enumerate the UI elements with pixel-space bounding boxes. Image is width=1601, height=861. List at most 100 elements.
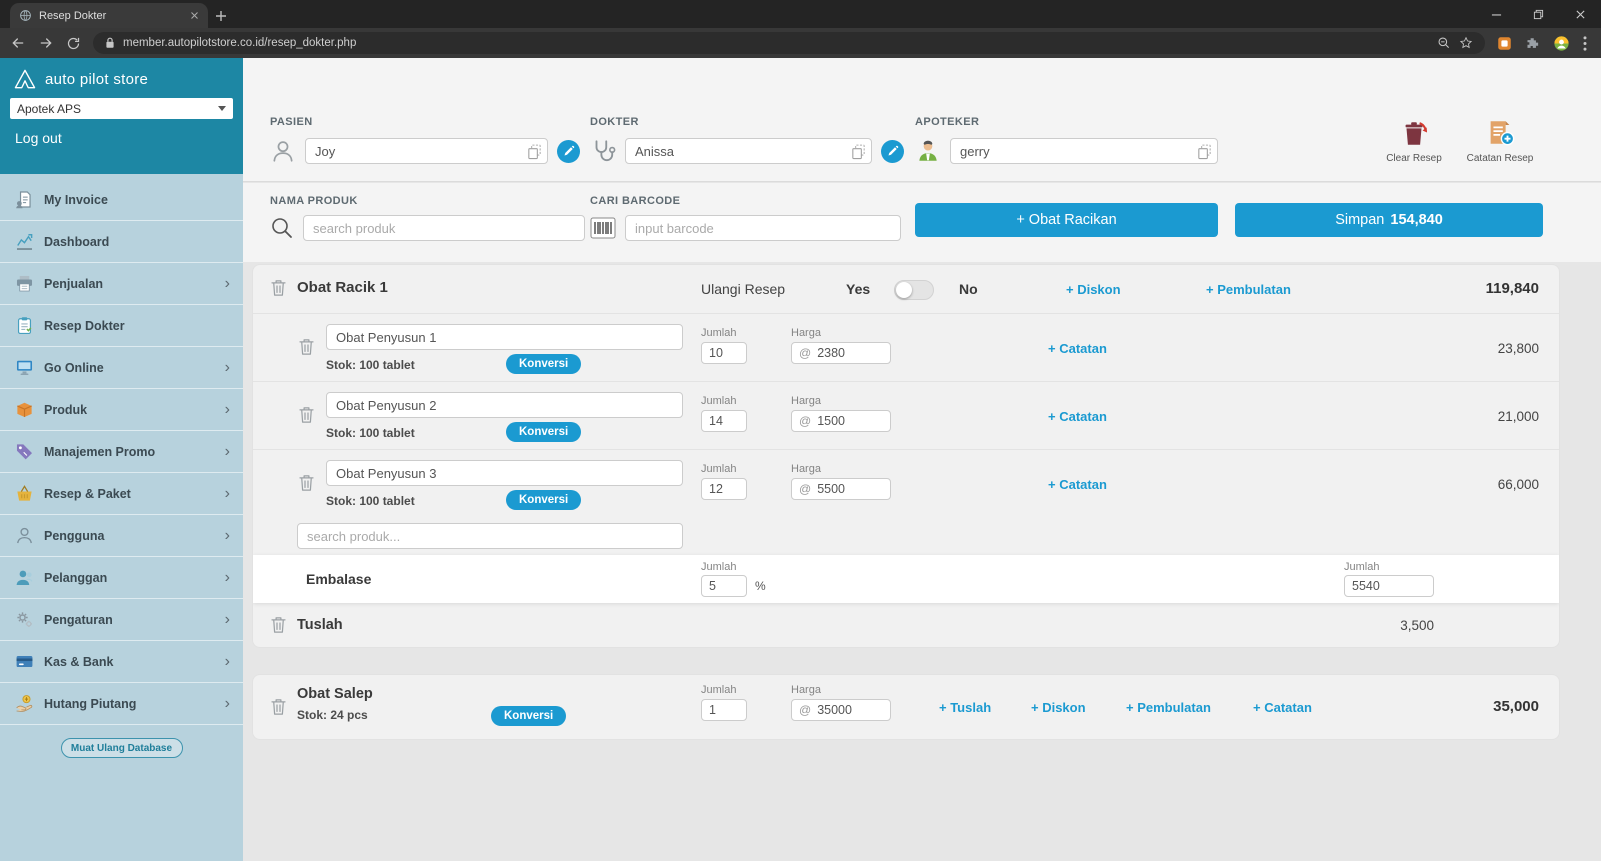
sidebar-item-hutang-piutang[interactable]: Hutang Piutang › [0, 683, 243, 725]
add-catatan-link[interactable]: + Catatan [1048, 477, 1107, 492]
ulangi-resep-toggle[interactable] [894, 280, 934, 300]
add-pembulatan-link[interactable]: + Pembulatan [1126, 700, 1211, 715]
profile-avatar[interactable] [1553, 35, 1570, 52]
salep-amount: 35,000 [1493, 698, 1539, 715]
delete-component-icon[interactable] [299, 338, 314, 356]
component-qty-input[interactable] [701, 342, 747, 364]
basket-icon [15, 484, 34, 503]
main-content: PASIEN DOKTER [243, 58, 1601, 861]
add-catatan-link[interactable]: + Catatan [1048, 409, 1107, 424]
product-search-bar: NAMA PRODUK CARI BARCODE + Obat Racikan … [243, 183, 1601, 262]
tab-close-icon[interactable] [190, 11, 199, 20]
extensions-puzzle-icon[interactable] [1525, 36, 1540, 51]
url-bar[interactable]: member.autopilotstore.co.id/resep_dokter… [93, 32, 1485, 54]
customers-icon [15, 568, 34, 587]
new-tab-button[interactable] [208, 3, 234, 28]
tab-favicon-icon [19, 9, 32, 22]
pasien-input[interactable] [306, 144, 547, 159]
back-button[interactable] [10, 35, 26, 51]
konversi-button[interactable]: Konversi [506, 422, 581, 442]
sidebar-item-pengaturan[interactable]: Pengaturan › [0, 599, 243, 641]
component-price-input[interactable] [817, 346, 883, 360]
edit-pasien-button[interactable] [557, 140, 580, 163]
forward-button[interactable] [38, 35, 54, 51]
obat-racikan-button[interactable]: + Obat Racikan [915, 203, 1218, 237]
extension-orange-icon[interactable] [1497, 36, 1512, 51]
apoteker-input[interactable] [951, 144, 1217, 159]
racik-component-row: Stok: 100 tablet Konversi Jumlah Harga @… [253, 313, 1559, 381]
racik-title: Obat Racik 1 [297, 279, 388, 296]
delete-tuslah-icon[interactable] [271, 616, 286, 634]
sidebar-item-resep-dokter[interactable]: Resep Dokter [0, 305, 243, 347]
browser-tab[interactable]: Resep Dokter [10, 3, 208, 28]
component-price-input[interactable] [817, 482, 883, 496]
delete-racik-icon[interactable] [271, 279, 286, 297]
component-price-input[interactable] [817, 414, 883, 428]
paste-icon[interactable] [850, 143, 867, 160]
add-diskon-link[interactable]: + Diskon [1066, 282, 1121, 297]
edit-dokter-button[interactable] [881, 140, 904, 163]
sidebar-item-go-online[interactable]: Go Online › [0, 347, 243, 389]
at-sign: @ [799, 703, 811, 717]
sidebar-item-penjualan[interactable]: Penjualan › [0, 263, 243, 305]
component-qty-input[interactable] [701, 410, 747, 432]
add-catatan-link[interactable]: + Catatan [1048, 341, 1107, 356]
product-search-input[interactable] [303, 215, 585, 241]
add-pembulatan-link[interactable]: + Pembulatan [1206, 282, 1291, 297]
sidebar-item-pengguna[interactable]: Pengguna › [0, 515, 243, 557]
konversi-button[interactable]: Konversi [506, 354, 581, 374]
embalase-total-input[interactable] [1344, 575, 1434, 597]
salep-qty-input[interactable] [701, 699, 747, 721]
jumlah-label: Jumlah [1344, 561, 1379, 573]
menu-kebab-icon[interactable] [1583, 36, 1587, 51]
add-catatan-link[interactable]: + Catatan [1253, 700, 1312, 715]
embalase-percent-input[interactable] [701, 575, 747, 597]
sidebar-item-dashboard[interactable]: Dashboard [0, 221, 243, 263]
sidebar-item-resep-paket[interactable]: Resep & Paket › [0, 473, 243, 515]
delete-salep-icon[interactable] [271, 698, 286, 716]
simpan-button[interactable]: Simpan 154,840 [1235, 203, 1543, 237]
salep-price-input[interactable] [817, 703, 883, 717]
apoteker-input-wrap [950, 138, 1218, 164]
reload-database-button[interactable]: Muat Ulang Database [61, 738, 183, 758]
prescription-header-bar: PASIEN DOKTER [243, 58, 1601, 182]
konversi-button[interactable]: Konversi [491, 706, 566, 726]
add-tuslah-link[interactable]: + Tuslah [939, 700, 991, 715]
racik-component-row: Stok: 100 tablet Konversi Jumlah Harga @… [253, 381, 1559, 449]
barcode-input[interactable] [625, 215, 901, 241]
zoom-icon[interactable] [1437, 36, 1451, 50]
sidebar-item-produk[interactable]: Produk › [0, 389, 243, 431]
paste-icon[interactable] [526, 143, 543, 160]
component-name-input[interactable] [326, 324, 683, 350]
refresh-button[interactable] [66, 36, 81, 51]
window-restore-button[interactable] [1517, 0, 1559, 28]
component-name-input[interactable] [326, 460, 683, 486]
logout-link[interactable]: Log out [0, 119, 243, 157]
add-component-search-input[interactable] [297, 523, 683, 549]
dokter-input[interactable] [626, 144, 871, 159]
component-name-input[interactable] [326, 392, 683, 418]
apoteker-label: APOTEKER [915, 116, 1218, 128]
sidebar-item-kas-bank[interactable]: Kas & Bank › [0, 641, 243, 683]
sidebar-item-pelanggan[interactable]: Pelanggan › [0, 557, 243, 599]
konversi-button[interactable]: Konversi [506, 490, 581, 510]
component-qty-input[interactable] [701, 478, 747, 500]
paste-icon[interactable] [1196, 143, 1213, 160]
sidebar-item-my-invoice[interactable]: My Invoice [0, 179, 243, 221]
delete-component-icon[interactable] [299, 406, 314, 424]
delete-component-icon[interactable] [299, 474, 314, 492]
clear-resep-button[interactable]: Clear Resep [1369, 118, 1459, 164]
window-minimize-button[interactable] [1475, 0, 1517, 28]
store-select[interactable]: Apotek APS [10, 98, 233, 119]
add-diskon-link[interactable]: + Diskon [1031, 700, 1086, 715]
user-icon [15, 526, 34, 545]
window-close-button[interactable] [1559, 0, 1601, 28]
tuslah-label: Tuslah [297, 617, 343, 633]
dokter-field-group: DOKTER [590, 116, 904, 164]
catatan-resep-button[interactable]: Catatan Resep [1455, 118, 1545, 164]
sidebar-item-label: Resep & Paket [44, 487, 215, 501]
sidebar-item-manajemen-promo[interactable]: Manajemen Promo › [0, 431, 243, 473]
dokter-label: DOKTER [590, 116, 904, 128]
bookmark-star-icon[interactable] [1459, 36, 1473, 50]
at-sign: @ [799, 414, 811, 428]
